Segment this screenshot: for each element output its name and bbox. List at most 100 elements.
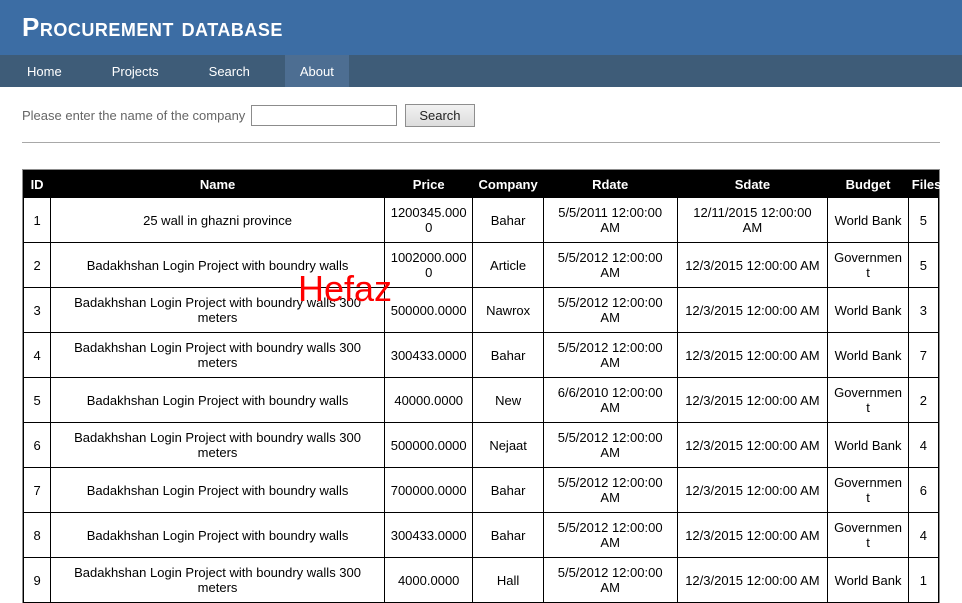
table-cell: 1200345.0000 bbox=[383, 197, 474, 243]
column-header-id: ID bbox=[22, 170, 52, 198]
table-cell: 5/5/2012 12:00:00 AM bbox=[542, 287, 678, 333]
table-cell: 5 bbox=[907, 197, 940, 243]
nav-item-about[interactable]: About bbox=[284, 55, 349, 87]
table-cell: 2 bbox=[22, 242, 52, 288]
table-cell: 5/5/2012 12:00:00 AM bbox=[542, 557, 678, 603]
table-cell: 5/5/2012 12:00:00 AM bbox=[542, 512, 678, 558]
table-cell: Badakhshan Login Project with boundry wa… bbox=[50, 287, 385, 333]
table-row: 6 Badakhshan Login Project with boundry w… bbox=[22, 422, 940, 468]
table-cell: 5 bbox=[22, 377, 52, 423]
column-header-sdate: Sdate bbox=[676, 170, 829, 198]
table-cell: Government bbox=[827, 467, 909, 513]
table-row: 9 Badakhshan Login Project with boundry w… bbox=[22, 557, 940, 603]
nav-item-home[interactable]: Home bbox=[12, 55, 77, 87]
table-cell: 500000.0000 bbox=[383, 287, 474, 333]
table-cell: World Bank bbox=[827, 332, 909, 378]
procurement-table: ID Name Price Company Rdate Sdate Budget Files … bbox=[22, 170, 941, 603]
table-cell: 8 bbox=[22, 512, 52, 558]
table-cell: 4000.0000 bbox=[383, 557, 474, 603]
table-cell: 12/3/2015 12:00:00 AM bbox=[676, 242, 829, 288]
table-cell: 5 bbox=[907, 242, 940, 288]
table-cell: 6/6/2010 12:00:00 AM bbox=[542, 377, 678, 423]
page-title: Procurement database bbox=[22, 12, 283, 42]
table-cell: Hall bbox=[472, 557, 544, 603]
column-header-name: Name bbox=[50, 170, 385, 198]
table-cell: Nejaat bbox=[472, 422, 544, 468]
table-row: 2 Badakhshan Login Project with boundry w… bbox=[22, 242, 940, 288]
table-cell: 5/5/2012 12:00:00 AM bbox=[542, 422, 678, 468]
table-cell: Bahar bbox=[472, 467, 544, 513]
table-cell: 2 bbox=[907, 377, 940, 423]
table-cell: Badakhshan Login Project with boundry wa… bbox=[50, 467, 385, 513]
nav-item-projects[interactable]: Projects bbox=[97, 55, 174, 87]
table-cell: 500000.0000 bbox=[383, 422, 474, 468]
table-row: 3 Badakhshan Login Project with boundry w… bbox=[22, 287, 940, 333]
table-row: 8 Badakhshan Login Project with boundry w… bbox=[22, 512, 940, 558]
table-cell: 1 bbox=[907, 557, 940, 603]
table-cell: World Bank bbox=[827, 422, 909, 468]
table-cell: World Bank bbox=[827, 197, 909, 243]
table-cell: 6 bbox=[907, 467, 940, 513]
table-cell: 7 bbox=[22, 467, 52, 513]
table-cell: 5/5/2011 12:00:00 AM bbox=[542, 197, 678, 243]
table-cell: 5/5/2012 12:00:00 AM bbox=[542, 332, 678, 378]
table-cell: 12/3/2015 12:00:00 AM bbox=[676, 287, 829, 333]
table-row: 4 Badakhshan Login Project with boundry w… bbox=[22, 332, 940, 378]
column-header-budget: Budget bbox=[827, 170, 909, 198]
table-cell: 9 bbox=[22, 557, 52, 603]
table-cell: New bbox=[472, 377, 544, 423]
table-cell: Nawrox bbox=[472, 287, 544, 333]
procurement-table-wrap: ID Name Price Company Rdate Sdate Budget Files … bbox=[22, 169, 941, 603]
divider bbox=[22, 142, 940, 143]
table-cell: 7 bbox=[907, 332, 940, 378]
table-row: 7 Badakhshan Login Project with boundry w… bbox=[22, 467, 940, 513]
table-cell: Badakhshan Login Project with boundry wa… bbox=[50, 242, 385, 288]
table-row: 5 Badakhshan Login Project with boundry w… bbox=[22, 377, 940, 423]
table-cell: 300433.0000 bbox=[383, 512, 474, 558]
table-cell: Article bbox=[472, 242, 544, 288]
table-row: 1 25 wall in ghazni province 1200345.0000 B… bbox=[22, 197, 940, 243]
search-row: Please enter the name of the company Sea… bbox=[22, 104, 962, 127]
table-cell: 12/3/2015 12:00:00 AM bbox=[676, 512, 829, 558]
table-cell: 700000.0000 bbox=[383, 467, 474, 513]
company-search-input[interactable] bbox=[251, 105, 398, 126]
table-cell: 4 bbox=[907, 422, 940, 468]
table-cell: Badakhshan Login Project with boundry wa… bbox=[50, 557, 385, 603]
nav-item-search[interactable]: Search bbox=[194, 55, 265, 87]
table-cell: 5/5/2012 12:00:00 AM bbox=[542, 242, 678, 288]
table-cell: 6 bbox=[22, 422, 52, 468]
table-cell: Badakhshan Login Project with boundry wa… bbox=[50, 332, 385, 378]
table-cell: Bahar bbox=[472, 197, 544, 243]
table-cell: 12/3/2015 12:00:00 AM bbox=[676, 332, 829, 378]
table-cell: 40000.0000 bbox=[383, 377, 474, 423]
table-body: 1 25 wall in ghazni province 1200345.0000 B… bbox=[22, 197, 940, 603]
table-cell: Government bbox=[827, 512, 909, 558]
table-cell: 1 bbox=[22, 197, 52, 243]
table-cell: 12/3/2015 12:00:00 AM bbox=[676, 557, 829, 603]
site-header: Procurement database bbox=[0, 0, 962, 55]
table-cell: 12/3/2015 12:00:00 AM bbox=[676, 467, 829, 513]
table-cell: Badakhshan Login Project with boundry wa… bbox=[50, 512, 385, 558]
table-cell: 12/3/2015 12:00:00 AM bbox=[676, 377, 829, 423]
nav-bar: Home Projects Search About bbox=[0, 55, 962, 87]
table-cell: 3 bbox=[22, 287, 52, 333]
table-cell: Bahar bbox=[472, 332, 544, 378]
table-cell: 1002000.0000 bbox=[383, 242, 474, 288]
search-button[interactable]: Search bbox=[405, 104, 475, 127]
table-cell: 25 wall in ghazni province bbox=[50, 197, 385, 243]
search-label: Please enter the name of the company bbox=[22, 108, 246, 123]
table-cell: 3 bbox=[907, 287, 940, 333]
table-cell: World Bank bbox=[827, 557, 909, 603]
table-cell: Badakhshan Login Project with boundry wa… bbox=[50, 377, 385, 423]
table-cell: 4 bbox=[22, 332, 52, 378]
table-cell: Bahar bbox=[472, 512, 544, 558]
table-cell: 5/5/2012 12:00:00 AM bbox=[542, 467, 678, 513]
table-cell: World Bank bbox=[827, 287, 909, 333]
column-header-files: Files bbox=[907, 170, 941, 198]
table-cell: Badakhshan Login Project with boundry wa… bbox=[50, 422, 385, 468]
table-header-row: ID Name Price Company Rdate Sdate Budget Files bbox=[22, 170, 941, 198]
table-cell: 12/3/2015 12:00:00 AM bbox=[676, 422, 829, 468]
table-cell: 4 bbox=[907, 512, 940, 558]
table-cell: Government bbox=[827, 242, 909, 288]
table-cell: Government bbox=[827, 377, 909, 423]
